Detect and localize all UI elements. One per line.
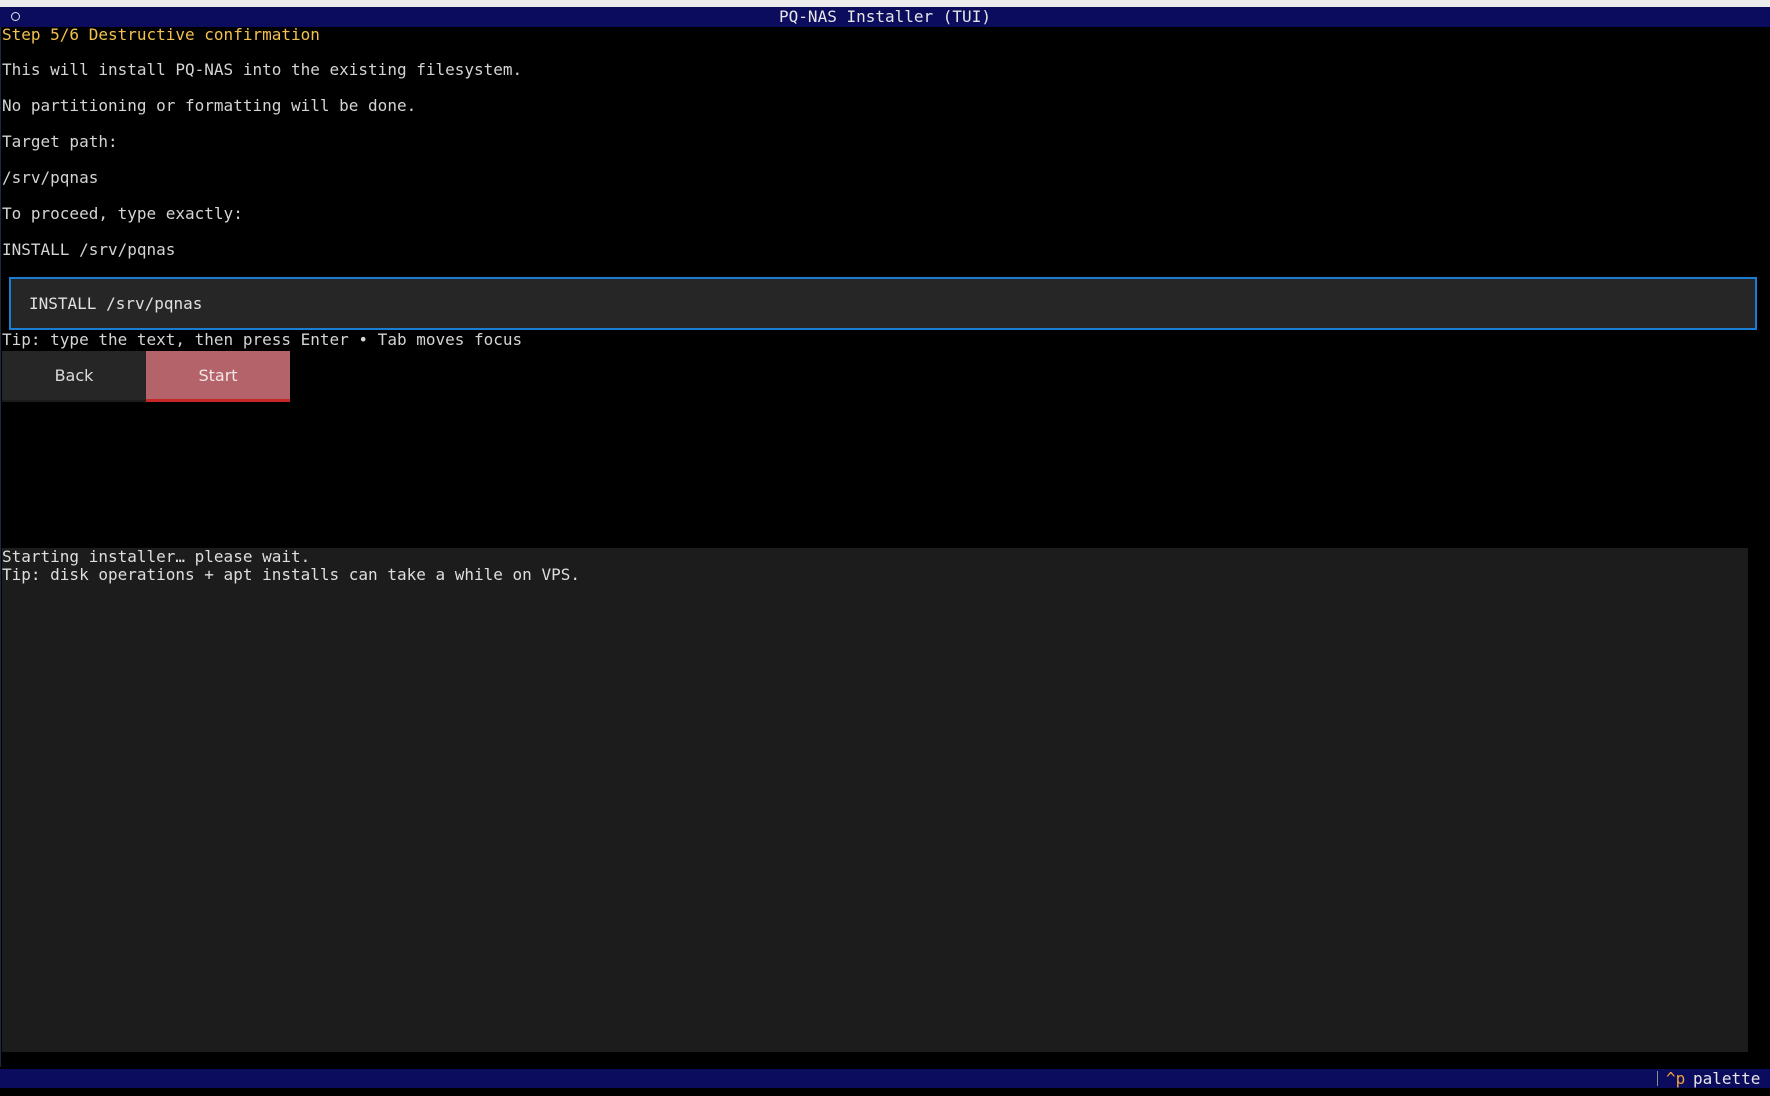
target-path-value: /srv/pqnas [2, 168, 99, 187]
palette-shortcut-label[interactable]: palette [1693, 1069, 1760, 1088]
input-tip: Tip: type the text, then press Enter • T… [2, 330, 523, 349]
status-bar: ^p palette [0, 1069, 1770, 1088]
title-bar: PQ-NAS Installer (TUI) [0, 7, 1770, 27]
log-line: Tip: disk operations + apt installs can … [2, 565, 580, 584]
info-line-no-format: No partitioning or formatting will be do… [2, 96, 417, 115]
step-heading: Step 5/6 Destructive confirmation [2, 25, 320, 44]
target-path-label: Target path: [2, 132, 118, 151]
confirm-phrase: INSTALL /srv/pqnas [2, 240, 176, 259]
top-strip [0, 0, 1770, 7]
log-line: Starting installer… please wait. [2, 547, 311, 566]
palette-shortcut-key[interactable]: ^p [1666, 1069, 1685, 1088]
info-line-install: This will install PQ-NAS into the existi… [2, 60, 523, 79]
back-button[interactable]: Back [2, 351, 146, 402]
status-separator [1657, 1071, 1658, 1086]
log-panel[interactable]: Starting installer… please wait. Tip: di… [2, 548, 1748, 1052]
proceed-instruction: To proceed, type exactly: [2, 204, 243, 223]
bottom-strip [0, 1088, 1770, 1096]
start-button[interactable]: Start [146, 351, 290, 402]
confirm-input[interactable] [29, 279, 1729, 328]
confirm-input-box[interactable] [9, 277, 1757, 330]
left-gutter [0, 27, 1, 1067]
app-title: PQ-NAS Installer (TUI) [779, 7, 991, 26]
